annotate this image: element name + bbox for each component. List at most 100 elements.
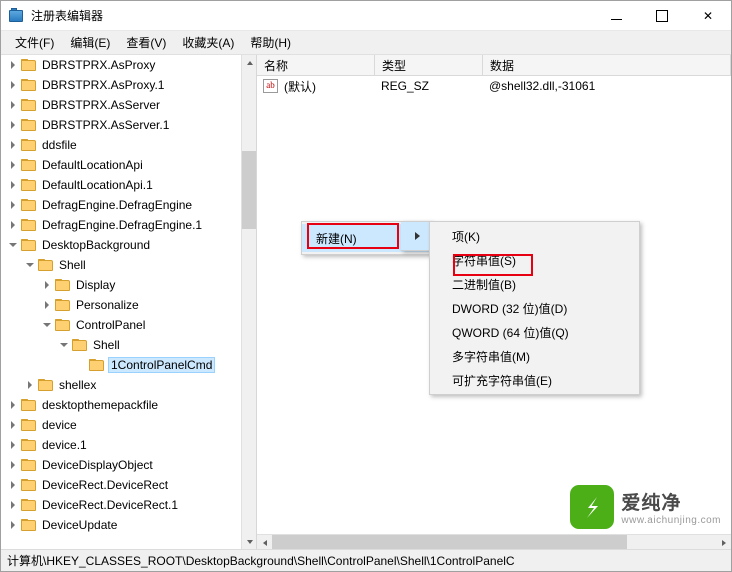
tree-vertical-scrollbar[interactable] bbox=[241, 55, 256, 549]
ctx-new-submenu-arrow[interactable] bbox=[401, 222, 430, 250]
ctx-qword-value[interactable]: QWORD (64 位)值(Q) bbox=[430, 320, 639, 344]
tree-item[interactable]: DBRSTPRX.AsServer bbox=[1, 95, 241, 115]
tree-item[interactable]: 1ControlPanelCmd bbox=[1, 355, 241, 375]
ctx-binary-value[interactable]: 二进制值(B) bbox=[430, 272, 639, 296]
context-menu-new-arrow-strip[interactable] bbox=[401, 221, 431, 251]
ctx-key[interactable]: 项(K) bbox=[430, 224, 639, 248]
tree-item[interactable]: DefaultLocationApi.1 bbox=[1, 175, 241, 195]
menu-view[interactable]: 查看(V) bbox=[118, 31, 174, 54]
chevron-right-icon[interactable] bbox=[5, 195, 21, 215]
scroll-down-arrow-icon[interactable] bbox=[242, 534, 256, 549]
chevron-right-icon[interactable] bbox=[5, 135, 21, 155]
column-header-data[interactable]: 数据 bbox=[483, 55, 731, 75]
chevron-right-icon[interactable] bbox=[5, 455, 21, 475]
folder-icon bbox=[21, 498, 37, 512]
scroll-right-arrow-icon[interactable] bbox=[716, 535, 731, 549]
folder-icon bbox=[21, 118, 37, 132]
tree-item-label: DBRSTPRX.AsProxy.1 bbox=[42, 78, 165, 92]
ctx-string-value[interactable]: 字符串值(S) bbox=[430, 248, 639, 272]
scroll-left-arrow-icon[interactable] bbox=[257, 535, 272, 549]
column-header-name[interactable]: 名称 bbox=[257, 55, 375, 75]
chevron-right-icon[interactable] bbox=[5, 415, 21, 435]
tree-item-label: DBRSTPRX.AsServer.1 bbox=[42, 118, 170, 132]
hscroll-track[interactable] bbox=[272, 535, 716, 549]
tree-item[interactable]: Shell bbox=[1, 255, 241, 275]
registry-editor-icon bbox=[9, 7, 25, 24]
tree-item[interactable]: device bbox=[1, 415, 241, 435]
chevron-down-icon[interactable] bbox=[56, 335, 72, 355]
chevron-down-icon[interactable] bbox=[39, 315, 55, 335]
minimize-button[interactable] bbox=[593, 1, 639, 31]
chevron-right-icon[interactable] bbox=[39, 295, 55, 315]
tree-item[interactable]: DefragEngine.DefragEngine bbox=[1, 195, 241, 215]
folder-icon bbox=[21, 218, 37, 232]
chevron-right-icon[interactable] bbox=[5, 55, 21, 75]
tree-item[interactable]: DefaultLocationApi bbox=[1, 155, 241, 175]
chevron-down-icon[interactable] bbox=[5, 235, 21, 255]
folder-icon bbox=[72, 338, 88, 352]
chevron-right-icon[interactable] bbox=[39, 275, 55, 295]
table-row[interactable]: ab (默认) REG_SZ @shell32.dll,-31061 bbox=[257, 76, 731, 96]
list-horizontal-scrollbar[interactable] bbox=[257, 534, 731, 549]
tree-item[interactable]: DefragEngine.DefragEngine.1 bbox=[1, 215, 241, 235]
chevron-right-icon[interactable] bbox=[22, 375, 38, 395]
folder-icon bbox=[55, 318, 71, 332]
tree-item[interactable]: device.1 bbox=[1, 435, 241, 455]
chevron-right-icon[interactable] bbox=[5, 395, 21, 415]
chevron-right-icon[interactable] bbox=[5, 435, 21, 455]
tree-item[interactable]: DBRSTPRX.AsProxy bbox=[1, 55, 241, 75]
menu-favorites[interactable]: 收藏夹(A) bbox=[174, 31, 242, 54]
chevron-right-icon[interactable] bbox=[5, 155, 21, 175]
chevron-right-icon[interactable] bbox=[5, 495, 21, 515]
cell-value-type: REG_SZ bbox=[381, 79, 430, 93]
tree-item[interactable]: shellex bbox=[1, 375, 241, 395]
tree-item[interactable]: DeviceRect.DeviceRect.1 bbox=[1, 495, 241, 515]
ctx-multi-string-value[interactable]: 多字符串值(M) bbox=[430, 344, 639, 368]
menu-edit[interactable]: 编辑(E) bbox=[62, 31, 118, 54]
status-bar: 计算机\HKEY_CLASSES_ROOT\DesktopBackground\… bbox=[1, 549, 731, 571]
tree-item-label: Shell bbox=[93, 338, 120, 352]
tree-item-label: 1ControlPanelCmd bbox=[107, 357, 216, 373]
tree-item[interactable]: ControlPanel bbox=[1, 315, 241, 335]
tree-item[interactable]: Shell bbox=[1, 335, 241, 355]
registry-tree[interactable]: DBRSTPRX.AsProxy DBRSTPRX.AsProxy.1 DBRSTP… bbox=[1, 55, 241, 549]
tree-scroll-thumb[interactable] bbox=[242, 151, 256, 229]
tree-item[interactable]: DBRSTPRX.AsServer.1 bbox=[1, 115, 241, 135]
chevron-down-icon[interactable] bbox=[22, 255, 38, 275]
hscroll-thumb[interactable] bbox=[272, 535, 627, 549]
tree-item[interactable]: ddsfile bbox=[1, 135, 241, 155]
tree-item[interactable]: Personalize bbox=[1, 295, 241, 315]
chevron-right-icon[interactable] bbox=[5, 75, 21, 95]
column-header-type[interactable]: 类型 bbox=[375, 55, 483, 75]
tree-item-label: DefragEngine.DefragEngine.1 bbox=[42, 218, 203, 232]
close-button[interactable]: ✕ bbox=[685, 1, 731, 31]
context-submenu-new-types[interactable]: 项(K) 字符串值(S) 二进制值(B) DWORD (32 位)值(D) QW… bbox=[429, 221, 640, 395]
watermark-text: 爱纯净 www.aichunjing.com bbox=[621, 488, 721, 526]
tree-item[interactable]: desktopthemepackfile bbox=[1, 395, 241, 415]
ctx-expandable-string-value[interactable]: 可扩充字符串值(E) bbox=[430, 368, 639, 392]
tree-item[interactable]: DeviceDisplayObject bbox=[1, 455, 241, 475]
maximize-button[interactable] bbox=[639, 1, 685, 31]
tree-item-label: ddsfile bbox=[42, 138, 77, 152]
menu-file[interactable]: 文件(F) bbox=[7, 31, 62, 54]
aichunjing-logo-icon bbox=[570, 485, 615, 529]
values-list[interactable]: ab (默认) REG_SZ @shell32.dll,-31061 bbox=[257, 76, 731, 96]
menu-help[interactable]: 帮助(H) bbox=[242, 31, 299, 54]
chevron-right-icon[interactable] bbox=[5, 115, 21, 135]
tree-item[interactable]: DesktopBackground bbox=[1, 235, 241, 255]
folder-icon bbox=[21, 518, 37, 532]
tree-item[interactable]: DBRSTPRX.AsProxy.1 bbox=[1, 75, 241, 95]
chevron-right-icon[interactable] bbox=[5, 475, 21, 495]
tree-item[interactable]: Display bbox=[1, 275, 241, 295]
scroll-up-arrow-icon[interactable] bbox=[242, 55, 256, 70]
tree-item[interactable]: DeviceRect.DeviceRect bbox=[1, 475, 241, 495]
folder-icon bbox=[38, 258, 54, 272]
chevron-right-icon[interactable] bbox=[5, 215, 21, 235]
chevron-right-icon[interactable] bbox=[5, 175, 21, 195]
chevron-right-icon[interactable] bbox=[5, 515, 21, 535]
ctx-dword-value[interactable]: DWORD (32 位)值(D) bbox=[430, 296, 639, 320]
tree-item[interactable]: DeviceUpdate bbox=[1, 515, 241, 535]
tree-item-label: Personalize bbox=[76, 298, 139, 312]
chevron-right-icon[interactable] bbox=[5, 95, 21, 115]
